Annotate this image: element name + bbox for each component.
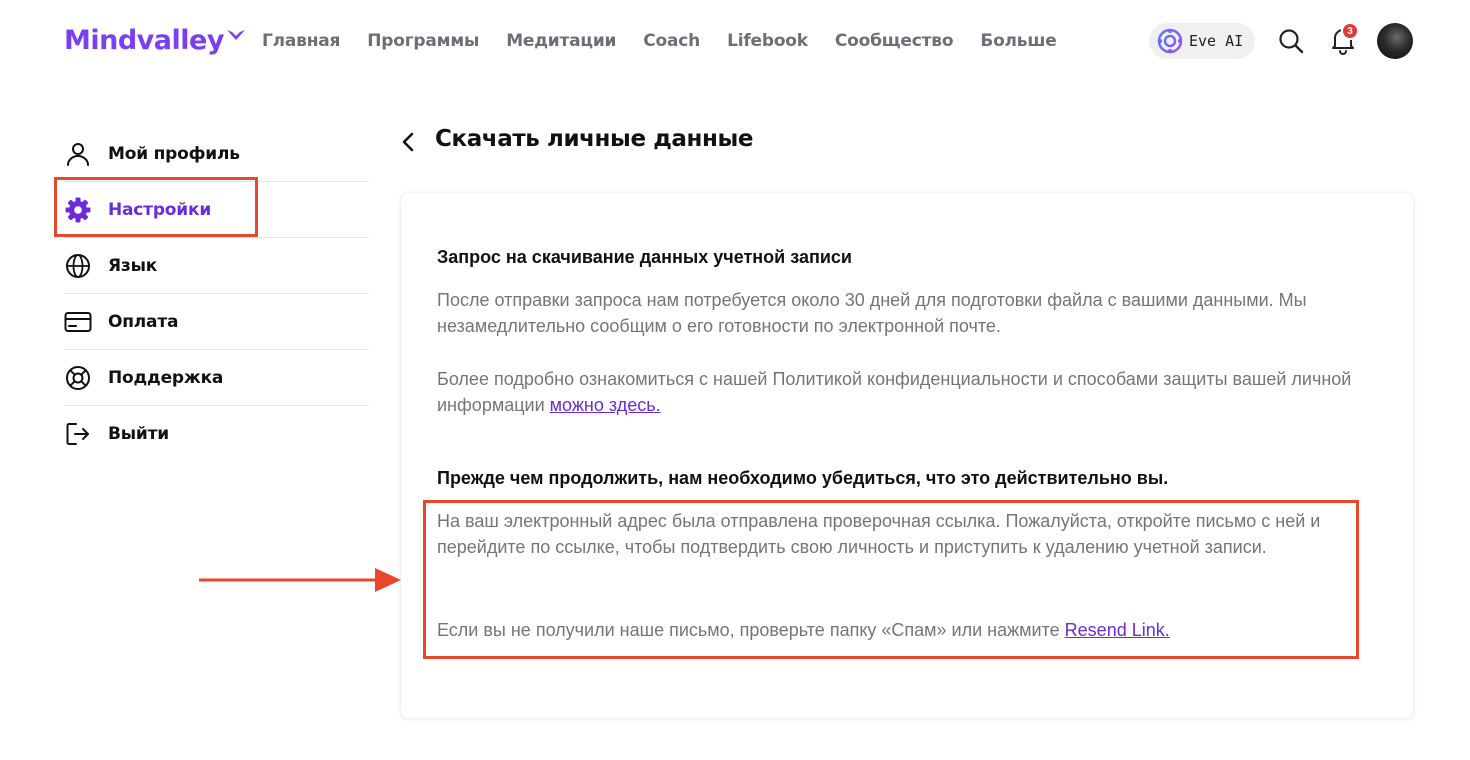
gear-icon <box>64 196 92 224</box>
sidebar-item-support[interactable]: Поддержка <box>64 350 369 406</box>
back-button[interactable] <box>397 130 419 154</box>
sidebar-item-label: Мой профиль <box>108 143 240 164</box>
sidebar-item-label: Настройки <box>108 199 212 220</box>
lifebuoy-icon <box>64 364 92 392</box>
mindvalley-logo[interactable]: Mindvalley <box>64 22 246 58</box>
sidebar-item-settings[interactable]: Настройки <box>64 182 369 238</box>
verification-description: На ваш электронный адрес была отправлена… <box>437 511 1321 557</box>
logout-icon <box>64 420 92 448</box>
user-icon <box>64 140 92 168</box>
sidebar-item-payment[interactable]: Оплата <box>64 294 369 350</box>
logo-mark-icon <box>226 30 245 40</box>
globe-icon <box>64 252 92 280</box>
eve-ai-label: Eve AI <box>1189 32 1244 50</box>
section-title-verify: Прежде чем продолжить, нам необходимо уб… <box>437 468 1169 488</box>
nav-home[interactable]: Главная <box>262 31 340 51</box>
annotation-arrow-icon <box>199 568 401 592</box>
page-title: Скачать личные данные <box>435 126 754 152</box>
user-avatar[interactable] <box>1377 23 1413 59</box>
nav-meditations[interactable]: Медитации <box>506 31 616 51</box>
nav-coach[interactable]: Coach <box>643 31 700 51</box>
chevron-left-icon <box>402 132 414 152</box>
top-navigation-bar: Mindvalley Главная Программы Медитации C… <box>0 0 1470 82</box>
resend-text: Если вы не получили наше письмо, проверь… <box>437 620 1060 640</box>
privacy-paragraph: Более подробно ознакомиться с нашей Поли… <box>437 366 1377 418</box>
sidebar-item-language[interactable]: Язык <box>64 238 369 294</box>
request-description: После отправки запроса нам потребуется о… <box>437 290 1307 336</box>
privacy-policy-link[interactable]: можно здесь. <box>550 395 661 415</box>
download-data-card: Запрос на скачивание данных учетной запи… <box>401 193 1413 718</box>
sidebar-item-profile[interactable]: Мой профиль <box>64 126 369 182</box>
resend-link[interactable]: Resend Link. <box>1065 620 1170 640</box>
logo-text: Mindvalley <box>64 24 224 56</box>
settings-sidebar: Мой профиль Настройки Язык Оплата Поддер… <box>64 126 369 462</box>
sidebar-item-label: Оплата <box>108 311 179 332</box>
eve-ai-button[interactable]: Eve AI <box>1149 23 1255 59</box>
sidebar-item-label: Выйти <box>108 424 170 444</box>
nav-programs[interactable]: Программы <box>367 31 479 51</box>
main-nav: Главная Программы Медитации Coach Lifebo… <box>262 28 1057 54</box>
section-title-request: Запрос на скачивание данных учетной запи… <box>437 247 852 267</box>
credit-card-icon <box>64 308 92 336</box>
nav-lifebook[interactable]: Lifebook <box>727 31 808 51</box>
sidebar-item-label: Поддержка <box>108 367 224 388</box>
sidebar-item-label: Язык <box>108 255 158 276</box>
search-button[interactable] <box>1278 28 1304 54</box>
notification-badge: 3 <box>1341 22 1359 40</box>
nav-more[interactable]: Больше <box>980 31 1056 51</box>
resend-paragraph: Если вы не получили наше письмо, проверь… <box>437 617 1377 643</box>
nav-community[interactable]: Сообщество <box>835 31 954 51</box>
search-icon <box>1279 29 1304 54</box>
eve-ai-icon <box>1157 28 1183 54</box>
sidebar-item-logout[interactable]: Выйти <box>64 406 369 462</box>
